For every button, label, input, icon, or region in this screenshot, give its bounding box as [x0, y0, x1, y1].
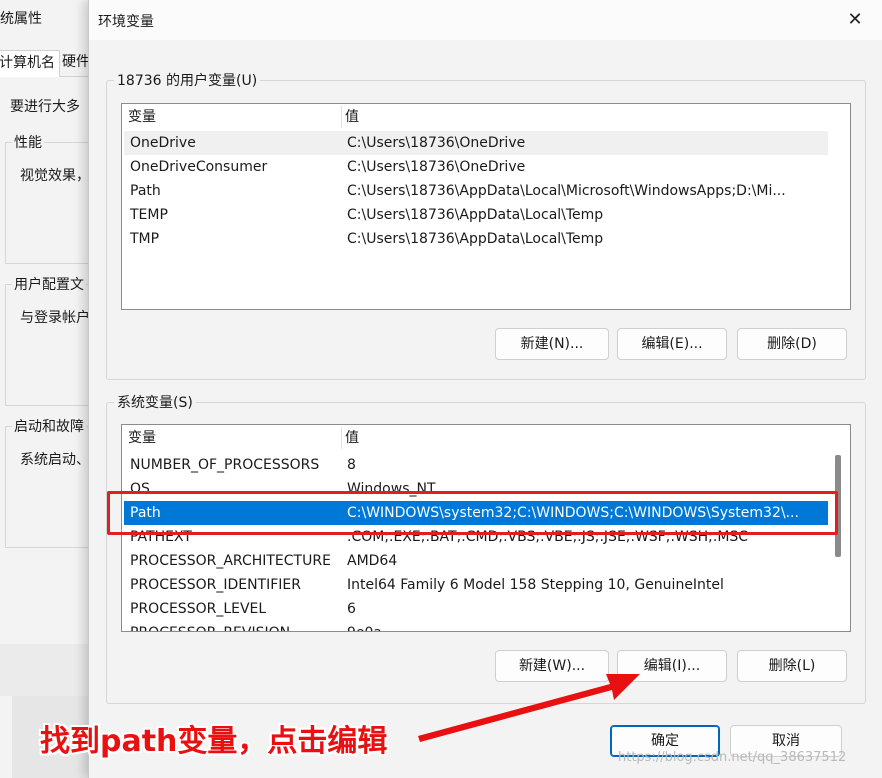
annotation-arrow-icon	[418, 674, 640, 742]
watermark: https://blog.csdn.net/qq_38637512	[618, 750, 847, 765]
annotation-text: 找到path变量，点击编辑	[40, 724, 388, 759]
